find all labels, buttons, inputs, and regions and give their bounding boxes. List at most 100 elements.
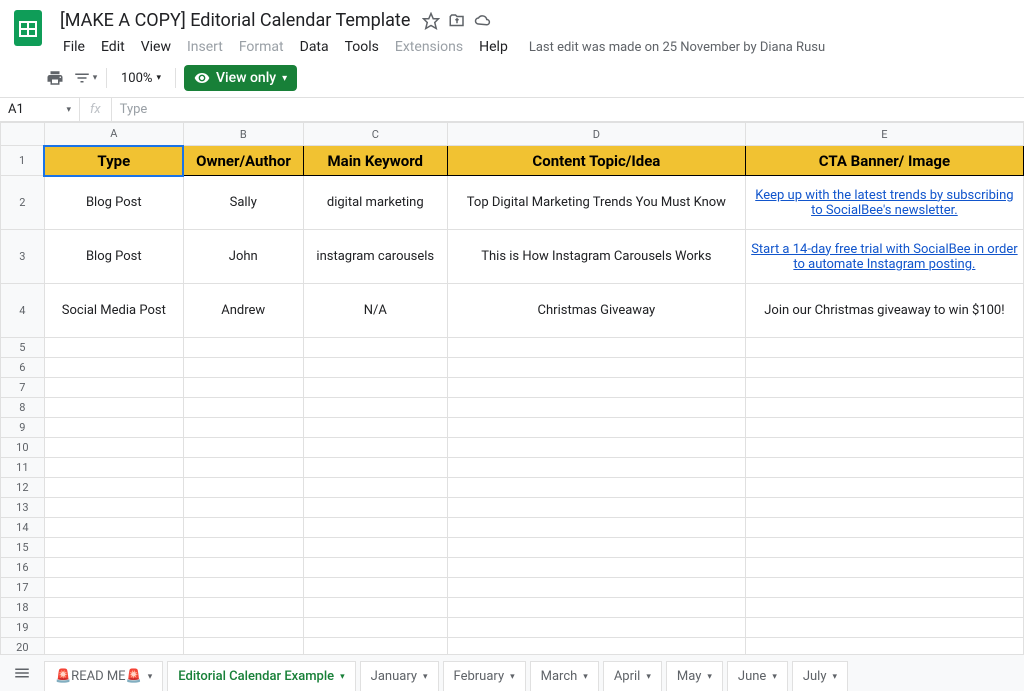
sheet-tab[interactable]: July▾ (792, 661, 848, 691)
cell[interactable] (745, 338, 1023, 358)
cell-b1[interactable]: Owner/Author (183, 146, 303, 176)
all-sheets-icon[interactable] (4, 658, 40, 688)
cell[interactable] (44, 538, 183, 558)
cell[interactable]: Start a 14-day free trial with SocialBee… (745, 230, 1023, 284)
cell[interactable] (44, 498, 183, 518)
cell[interactable] (183, 478, 303, 498)
cell[interactable] (745, 498, 1023, 518)
view-only-button[interactable]: View only ▾ (184, 65, 297, 91)
cell[interactable] (183, 598, 303, 618)
row-header[interactable]: 4 (1, 284, 45, 338)
cell[interactable]: Keep up with the latest trends by subscr… (745, 176, 1023, 230)
cell[interactable]: Top Digital Marketing Trends You Must Kn… (447, 176, 745, 230)
cell[interactable] (183, 438, 303, 458)
cell[interactable]: Sally (183, 176, 303, 230)
cell[interactable] (303, 398, 447, 418)
print-icon[interactable] (42, 65, 68, 91)
sheet-tab[interactable]: Editorial Calendar Example▾ (167, 661, 355, 691)
cell[interactable] (44, 378, 183, 398)
cell[interactable]: Andrew (183, 284, 303, 338)
cell[interactable] (447, 358, 745, 378)
cell[interactable] (183, 358, 303, 378)
sheet-tab[interactable]: May▾ (666, 661, 723, 691)
cell[interactable] (183, 538, 303, 558)
cell[interactable] (447, 598, 745, 618)
cell[interactable] (183, 378, 303, 398)
cell[interactable]: John (183, 230, 303, 284)
select-all-corner[interactable] (1, 123, 45, 146)
cell[interactable] (745, 478, 1023, 498)
cell[interactable] (447, 458, 745, 478)
row-header[interactable]: 13 (1, 498, 45, 518)
row-header[interactable]: 8 (1, 398, 45, 418)
cell[interactable] (303, 498, 447, 518)
cell[interactable] (447, 618, 745, 638)
sheet-tab[interactable]: February▾ (443, 661, 526, 691)
cell-a1[interactable]: Type (44, 146, 183, 176)
cell[interactable] (745, 598, 1023, 618)
cell[interactable] (303, 558, 447, 578)
cell[interactable] (44, 398, 183, 418)
menu-edit[interactable]: Edit (94, 35, 132, 59)
cell[interactable]: digital marketing (303, 176, 447, 230)
cell[interactable] (745, 578, 1023, 598)
sheet-tab[interactable]: June▾ (727, 661, 788, 691)
cell[interactable] (447, 558, 745, 578)
cell[interactable] (44, 358, 183, 378)
row-header[interactable]: 14 (1, 518, 45, 538)
cell[interactable] (183, 558, 303, 578)
cell[interactable] (303, 618, 447, 638)
cell[interactable] (447, 418, 745, 438)
row-header[interactable]: 12 (1, 478, 45, 498)
sheets-logo[interactable] (8, 8, 48, 48)
sheet-tab[interactable]: January▾ (360, 661, 439, 691)
cell[interactable] (745, 538, 1023, 558)
cell[interactable] (447, 578, 745, 598)
row-header[interactable]: 17 (1, 578, 45, 598)
cell[interactable] (447, 538, 745, 558)
col-header-d[interactable]: D (447, 123, 745, 146)
cell[interactable] (745, 418, 1023, 438)
menu-data[interactable]: Data (293, 35, 336, 59)
row-header[interactable]: 19 (1, 618, 45, 638)
cell[interactable] (183, 618, 303, 638)
cell[interactable] (745, 358, 1023, 378)
col-header-b[interactable]: B (183, 123, 303, 146)
row-header[interactable]: 11 (1, 458, 45, 478)
row-header[interactable]: 3 (1, 230, 45, 284)
filter-icon[interactable]: ▾ (72, 65, 98, 91)
cell[interactable] (745, 378, 1023, 398)
cell[interactable] (745, 438, 1023, 458)
last-edit-text[interactable]: Last edit was made on 25 November by Dia… (529, 40, 825, 55)
cell[interactable] (183, 518, 303, 538)
cell[interactable] (303, 458, 447, 478)
cell[interactable] (303, 578, 447, 598)
cell[interactable] (303, 538, 447, 558)
cell[interactable] (303, 478, 447, 498)
cell-c1[interactable]: Main Keyword (303, 146, 447, 176)
cell[interactable] (44, 438, 183, 458)
cell[interactable] (44, 478, 183, 498)
cell[interactable] (447, 478, 745, 498)
doc-title[interactable]: [MAKE A COPY] Editorial Calendar Templat… (56, 8, 414, 33)
zoom-dropdown[interactable]: 100% ▾ (115, 71, 167, 86)
cell[interactable] (44, 418, 183, 438)
cell[interactable] (183, 338, 303, 358)
row-header[interactable]: 10 (1, 438, 45, 458)
menu-file[interactable]: File (56, 35, 92, 59)
move-icon[interactable] (448, 12, 466, 30)
col-header-a[interactable]: A (44, 123, 183, 146)
star-icon[interactable] (422, 12, 440, 30)
cell[interactable] (44, 578, 183, 598)
cell[interactable]: This is How Instagram Carousels Works (447, 230, 745, 284)
menu-tools[interactable]: Tools (338, 35, 386, 59)
cell[interactable] (447, 398, 745, 418)
col-header-e[interactable]: E (745, 123, 1023, 146)
cell[interactable] (303, 378, 447, 398)
cell[interactable] (44, 618, 183, 638)
cell[interactable] (44, 558, 183, 578)
cell[interactable]: Blog Post (44, 230, 183, 284)
cell[interactable] (745, 518, 1023, 538)
cell[interactable] (183, 458, 303, 478)
cell[interactable] (447, 338, 745, 358)
